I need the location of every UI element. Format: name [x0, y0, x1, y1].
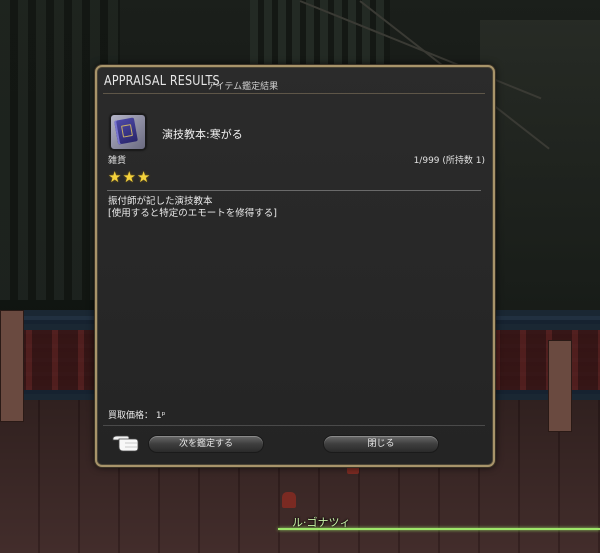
title-divider: [103, 93, 485, 94]
description-line: [使用すると特定のエモートを修得する]: [108, 208, 277, 219]
item-name: 演技教本:寒がる: [162, 128, 243, 141]
sell-price: 買取価格： 1ᵖ: [108, 411, 166, 421]
book-graphic: [114, 117, 138, 145]
window-title: APPRAISAL RESULTS: [104, 74, 220, 89]
window-subtitle: アイテム鑑定結果: [207, 82, 279, 92]
item-description: 振付師が記した演技教本 [使用すると特定のエモートを修得する]: [108, 196, 277, 220]
ship-hull: [480, 20, 600, 310]
item-category: 雑貨: [108, 156, 127, 166]
description-line: 振付師が記した演技教本: [108, 196, 213, 207]
item-stock-count: 1/999 (所持数 1): [413, 156, 485, 166]
pier-post: [548, 340, 572, 432]
star-rating: ★★★: [108, 168, 152, 186]
book-icon[interactable]: [110, 114, 146, 150]
appraisal-results-window[interactable]: APPRAISAL RESULTS アイテム鑑定結果 演技教本:寒がる 雑貨 1…: [95, 65, 495, 467]
npc-character[interactable]: [282, 492, 296, 508]
pointing-hand-icon: [112, 435, 139, 452]
item-divider: [107, 190, 481, 191]
target-line: [278, 528, 600, 530]
footer-divider: [103, 425, 485, 426]
appraise-next-button[interactable]: 次を鑑定する: [148, 435, 264, 453]
close-button[interactable]: 閉じる: [323, 435, 439, 453]
pier-post: [0, 310, 24, 422]
